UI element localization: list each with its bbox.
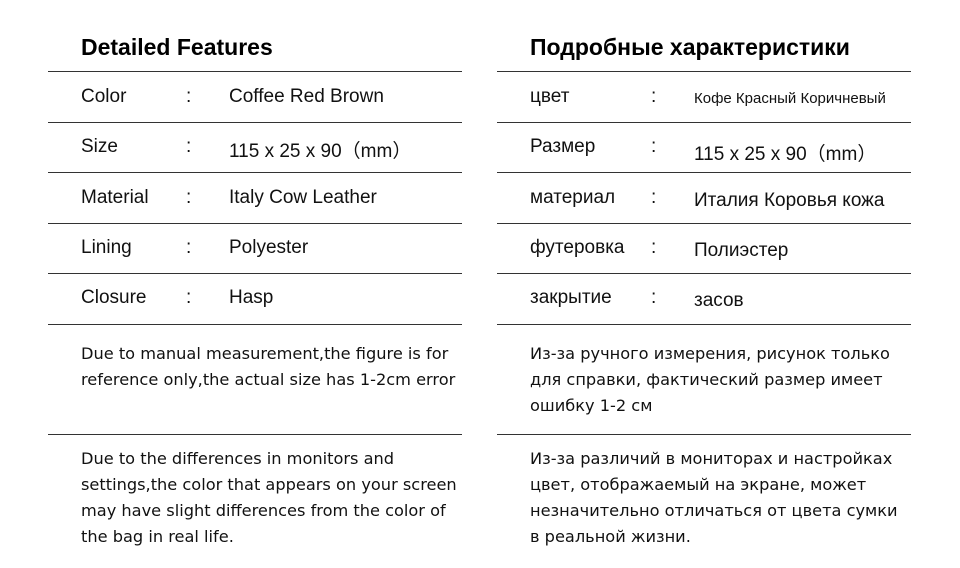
spec-separator: : (651, 287, 657, 308)
spec-label: Closure (81, 287, 147, 308)
measurement-note: Из-за ручного измерения, рисунок только … (530, 344, 890, 415)
spec-label: Lining (81, 237, 132, 258)
spec-value: Coffee Red Brown (229, 86, 384, 107)
section-title: Подробные характеристики (530, 34, 850, 60)
spec-row-material: Material : Italy Cow Leather (48, 173, 462, 223)
measurement-note: Due to manual measurement,the figure is … (81, 344, 456, 389)
spec-row-closure: Closure : Hasp (48, 273, 462, 323)
divider (497, 324, 911, 325)
divider (48, 434, 462, 435)
spec-row-closure: закрытие : засов (497, 273, 911, 323)
spec-separator: : (651, 136, 657, 157)
spec-separator: : (186, 136, 192, 157)
spec-separator: : (186, 237, 192, 258)
color-note: Due to the differences in monitors and s… (81, 449, 457, 546)
divider (497, 434, 911, 435)
spec-row-size: Size : 115 x 25 x 90（mm） (48, 122, 462, 172)
spec-value: засов (694, 290, 744, 311)
color-note: Из-за различий в мониторах и настройках … (530, 449, 898, 546)
spec-label: футеровка (530, 237, 625, 258)
spec-separator: : (651, 86, 657, 107)
spec-value: Кофе Красный Коричневый (694, 90, 886, 107)
spec-value: Italy Cow Leather (229, 187, 377, 208)
spec-label: закрытие (530, 287, 612, 308)
features-panel-russian: Подробные характеристики цвет : Кофе Кра… (497, 0, 911, 568)
spec-separator: : (186, 86, 192, 107)
spec-value: 115 x 25 x 90（mm） (229, 141, 412, 162)
section-title: Detailed Features (81, 34, 273, 60)
divider (48, 324, 462, 325)
spec-row-size: Размер : 115 x 25 x 90（mm） (497, 122, 911, 172)
spec-row-material: материал : Италия Коровья кожа (497, 173, 911, 223)
spec-row-lining: Lining : Polyester (48, 223, 462, 273)
spec-label: материал (530, 187, 616, 208)
spec-separator: : (186, 287, 192, 308)
spec-label: Размер (530, 136, 596, 157)
spec-label: Color (81, 86, 127, 107)
features-panel-english: Detailed Features Color : Coffee Red Bro… (48, 0, 462, 568)
spec-value: Hasp (229, 287, 274, 308)
spec-value: 115 x 25 x 90（mm） (694, 144, 877, 165)
spec-label: Size (81, 136, 118, 157)
spec-separator: : (651, 187, 657, 208)
spec-label: цвет (530, 86, 570, 107)
spec-row-color: цвет : Кофе Красный Коричневый (497, 72, 911, 122)
spec-row-lining: футеровка : Полиэстер (497, 223, 911, 273)
spec-separator: : (651, 237, 657, 258)
spec-value: Polyester (229, 237, 309, 258)
spec-label: Material (81, 187, 149, 208)
spec-separator: : (186, 187, 192, 208)
spec-value: Полиэстер (694, 240, 789, 261)
spec-row-color: Color : Coffee Red Brown (48, 72, 462, 122)
spec-value: Италия Коровья кожа (694, 190, 885, 211)
